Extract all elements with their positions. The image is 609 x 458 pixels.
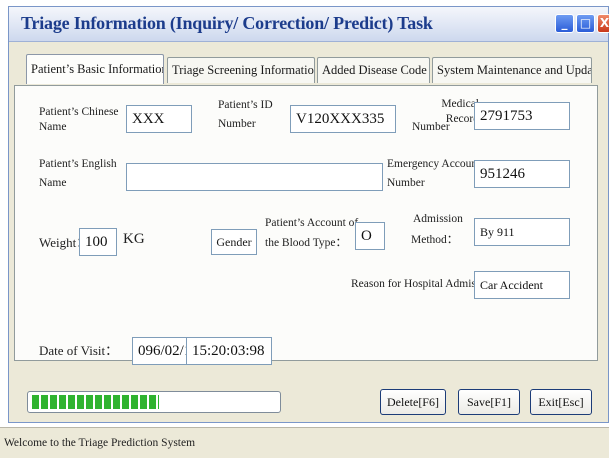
medical-record-field[interactable]: 2791753 <box>474 102 570 130</box>
medical-record-label-line2: Number <box>412 121 450 133</box>
status-message: Welcome to the Triage Prediction System <box>4 437 196 449</box>
admission-method-field[interactable]: By 911 <box>474 218 570 246</box>
chinese-name-label: Patient’s Chinese Name <box>39 106 119 133</box>
close-icon[interactable]: X <box>597 14 609 33</box>
maximize-icon[interactable]: □ <box>576 14 595 33</box>
blood-type-field[interactable]: O <box>355 222 385 250</box>
delete-button[interactable]: Delete[F6] <box>380 389 446 415</box>
weight-unit-label: KG <box>123 231 145 247</box>
visit-time-field[interactable]: 15:20:03:98 <box>186 337 272 365</box>
id-number-label: Patient’s ID Number <box>218 99 273 130</box>
tab-triage-screening[interactable]: Triage Screening Information <box>167 57 315 83</box>
progress-fill <box>32 395 159 409</box>
english-name-label: Patient’s English Name <box>39 158 117 189</box>
tab-basic-information[interactable]: Patient’s Basic Information <box>26 54 164 84</box>
id-number-field[interactable]: V120XXX335 <box>290 105 396 133</box>
status-bar: Welcome to the Triage Prediction System <box>0 427 609 458</box>
exit-button[interactable]: Exit[Esc] <box>530 389 592 415</box>
admission-reason-field[interactable]: Car Accident <box>474 271 570 299</box>
window-title: Triage Information (Inquiry/ Correction/… <box>21 13 433 33</box>
weight-field[interactable]: 100 <box>79 228 117 256</box>
save-button[interactable]: Save[F1] <box>458 389 520 415</box>
progress-bar <box>27 391 281 413</box>
tab-system-maintenance[interactable]: System Maintenance and Update <box>432 57 592 83</box>
english-name-field[interactable] <box>126 163 383 191</box>
emergency-account-label: Emergency Account Number <box>387 158 481 189</box>
minimize-icon[interactable]: _ <box>555 14 574 33</box>
chinese-name-field[interactable]: XXX <box>126 105 192 133</box>
admission-reason-label: Reason for Hospital Admissior <box>351 278 494 290</box>
emergency-account-field[interactable]: 951246 <box>474 160 570 188</box>
tab-added-disease-code[interactable]: Added Disease Code <box>317 57 430 83</box>
title-bar[interactable]: Triage Information (Inquiry/ Correction/… <box>9 7 609 42</box>
blood-type-label: Patient’s Account of the Blood Type： <box>265 217 359 249</box>
admission-method-label: Admission Method： <box>411 213 463 246</box>
date-of-visit-label: Date of Visit： <box>39 343 119 358</box>
gender-field[interactable]: Gender <box>211 229 257 255</box>
